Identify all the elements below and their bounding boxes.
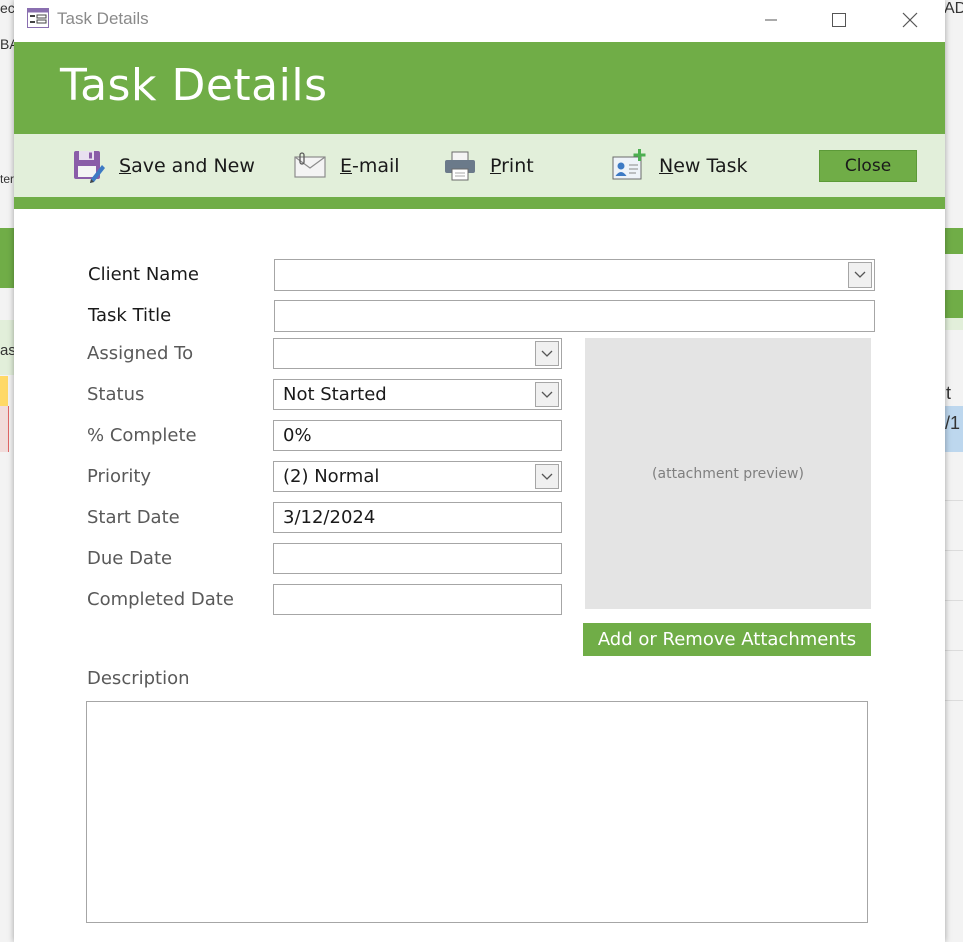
percent-complete-input[interactable]: 0%	[273, 420, 562, 451]
background-row-line	[945, 600, 963, 601]
background-row-line	[945, 500, 963, 501]
minimize-button[interactable]	[756, 6, 786, 34]
percent-complete-label: % Complete	[87, 425, 197, 446]
client-name-combobox[interactable]	[274, 259, 875, 291]
priority-combobox[interactable]: (2) Normal	[273, 461, 562, 492]
assigned-to-combobox[interactable]	[273, 338, 562, 369]
client-name-label: Client Name	[88, 264, 199, 285]
background-text: /1	[945, 413, 961, 433]
background-text: AD	[944, 0, 963, 17]
email-icon	[292, 148, 328, 184]
completed-date-label: Completed Date	[87, 589, 234, 610]
chevron-down-icon[interactable]	[848, 262, 872, 288]
start-date-value: 3/12/2024	[283, 507, 376, 528]
status-combobox[interactable]: Not Started	[273, 379, 562, 410]
assigned-to-label: Assigned To	[87, 343, 194, 364]
completed-date-input[interactable]	[273, 584, 562, 615]
form-header: Task Details	[14, 42, 945, 134]
task-details-window: Task Details Task Details Save and New E…	[14, 0, 945, 942]
task-title-label: Task Title	[88, 305, 172, 326]
description-textarea[interactable]	[86, 701, 868, 923]
form-app-icon	[27, 8, 49, 28]
priority-label: Priority	[87, 466, 152, 487]
chevron-down-icon[interactable]	[535, 382, 559, 407]
background-row-line	[945, 700, 963, 701]
new-task-button[interactable]: New Task	[611, 148, 748, 184]
add-remove-attachments-button[interactable]: Add or Remove Attachments	[583, 623, 871, 656]
background-row-line	[945, 650, 963, 651]
printer-icon	[442, 148, 478, 184]
due-date-label: Due Date	[87, 548, 173, 569]
background-text: ec	[0, 0, 15, 16]
priority-value: (2) Normal	[283, 466, 380, 487]
new-task-label: New Task	[659, 155, 748, 177]
background-header-strip	[945, 290, 963, 318]
close-button[interactable]: Close	[819, 150, 917, 182]
maximize-button[interactable]	[824, 6, 854, 34]
email-label: E-mail	[340, 155, 400, 177]
save-and-new-button[interactable]: Save and New	[71, 148, 255, 184]
start-date-label: Start Date	[87, 507, 180, 528]
contact-card-add-icon	[611, 148, 647, 184]
window-close-button[interactable]	[895, 6, 925, 34]
toolbar: Save and New E-mail Print New Task Close	[14, 134, 945, 197]
print-label: Print	[490, 155, 534, 177]
title-bar[interactable]: Task Details	[14, 0, 945, 40]
due-date-input[interactable]	[273, 543, 562, 574]
window-title: Task Details	[57, 9, 149, 28]
background-header-strip	[945, 228, 963, 254]
percent-complete-value: 0%	[283, 425, 312, 446]
background-toolbar-strip	[945, 318, 963, 330]
close-icon	[902, 12, 918, 28]
email-button[interactable]: E-mail	[292, 148, 400, 184]
background-cell	[0, 376, 8, 406]
background-text: ter	[0, 172, 15, 186]
chevron-down-icon[interactable]	[535, 341, 559, 366]
page-title: Task Details	[60, 60, 328, 111]
attachment-preview[interactable]: (attachment preview)	[585, 338, 871, 609]
status-label: Status	[87, 384, 145, 405]
background-header-strip	[0, 228, 14, 288]
attachment-preview-text: (attachment preview)	[652, 465, 804, 482]
save-icon	[71, 148, 107, 184]
description-label: Description	[87, 668, 190, 689]
background-row-line	[945, 550, 963, 551]
status-value: Not Started	[283, 384, 387, 405]
background-cell	[0, 406, 9, 452]
maximize-icon	[831, 12, 847, 28]
task-title-input[interactable]	[274, 300, 875, 332]
start-date-input[interactable]: 3/12/2024	[273, 502, 562, 533]
minimize-icon	[764, 13, 778, 27]
save-and-new-label: Save and New	[119, 155, 255, 177]
chevron-down-icon[interactable]	[535, 464, 559, 489]
print-button[interactable]: Print	[442, 148, 534, 184]
toolbar-divider	[14, 197, 945, 209]
